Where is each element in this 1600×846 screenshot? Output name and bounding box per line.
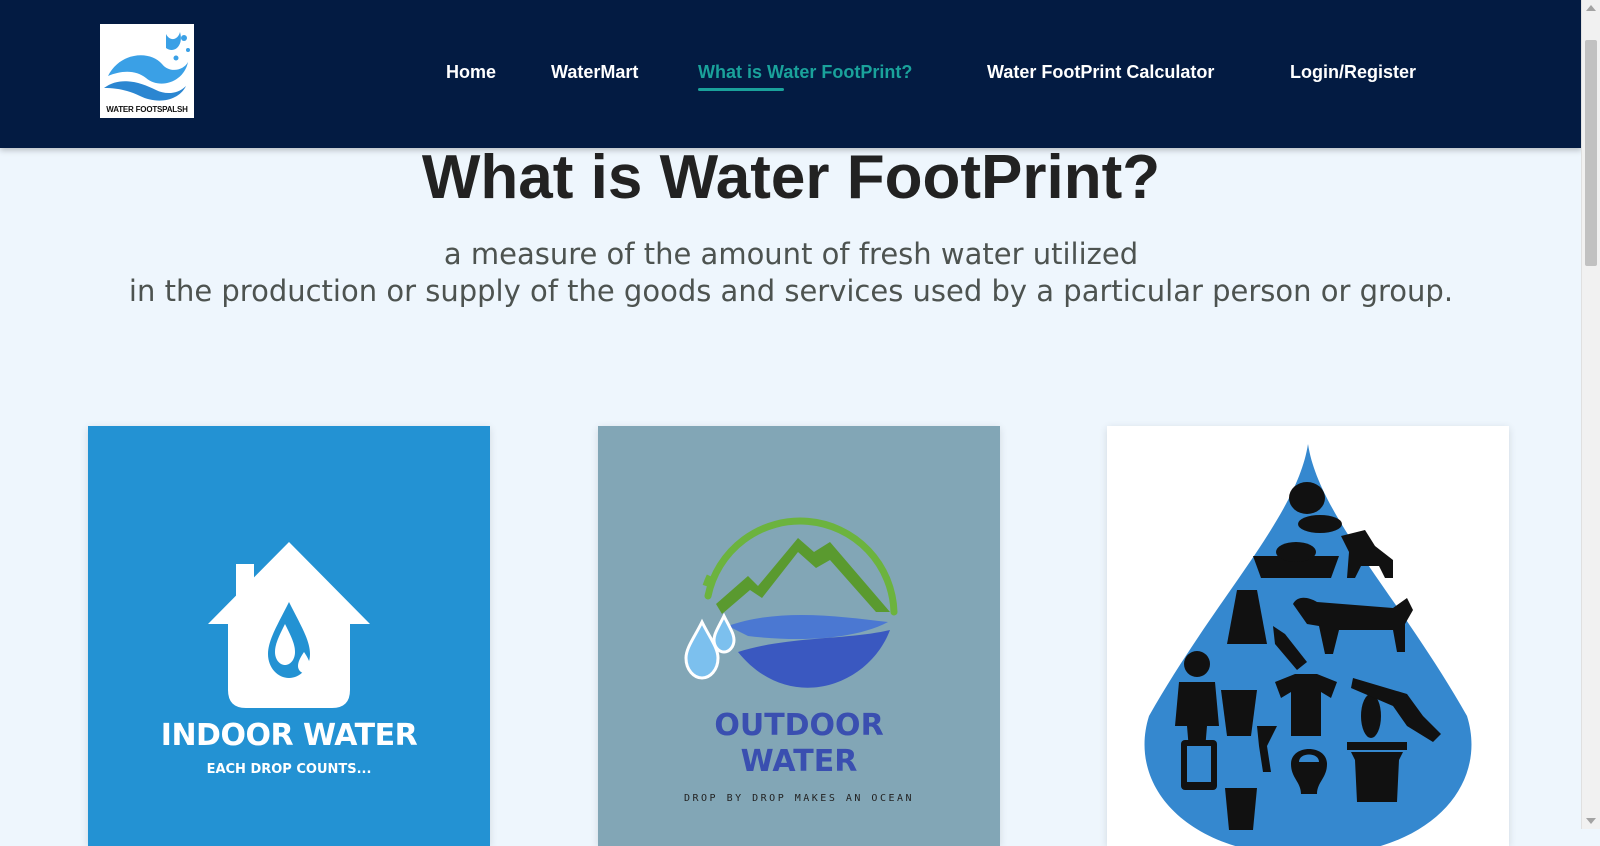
indoor-water-card[interactable]: INDOOR WATER EACH DROP COUNTS... [88, 426, 490, 846]
brand-logo[interactable]: WATER FOOTSPALSH [100, 24, 194, 118]
outdoor-card-title: OUTDOOR WATER [598, 708, 1000, 780]
nav-what-is-water-footprint[interactable]: What is Water FootPrint? [698, 62, 912, 91]
definition-line-1: a measure of the amount of fresh water u… [443, 237, 1139, 271]
nav-watermart[interactable]: WaterMart [551, 62, 638, 83]
mountain-water-icon [684, 517, 898, 688]
scroll-up-arrow-icon[interactable] [1586, 5, 1596, 11]
scrollbar-thumb[interactable] [1585, 40, 1597, 266]
page-title: What is Water FootPrint? [421, 143, 1161, 212]
definition-text: a measure of the amount of fresh water u… [0, 236, 1582, 310]
nav-login-register[interactable]: Login/Register [1290, 62, 1416, 83]
scroll-down-arrow-icon[interactable] [1586, 818, 1596, 824]
outdoor-water-card[interactable]: OUTDOOR WATER DROP BY DROP MAKES AN OCEA… [598, 426, 1000, 846]
indoor-card-subtitle: EACH DROP COUNTS... [206, 762, 372, 777]
water-drop-consumer-goods-icon [1144, 444, 1472, 846]
water-splash-logo-icon [104, 32, 190, 101]
logo-text: WATER FOOTSPALSH [106, 105, 188, 114]
nav-water-footprint-calculator[interactable]: Water FootPrint Calculator [987, 62, 1214, 83]
water-footprint-card[interactable] [1107, 426, 1509, 846]
house-drop-icon [208, 542, 370, 708]
outdoor-card-subtitle: DROP BY DROP MAKES AN OCEAN [683, 793, 915, 804]
definition-line-2: in the production or supply of the goods… [128, 274, 1454, 308]
indoor-card-title: INDOOR WATER [160, 718, 418, 753]
nav-home[interactable]: Home [446, 62, 496, 83]
outdoor-card-title-line-2: WATER [740, 744, 858, 779]
vertical-scrollbar[interactable] [1581, 0, 1600, 829]
site-header: WATER FOOTSPALSH Home WaterMart What is … [0, 0, 1582, 148]
outdoor-card-title-line-1: OUTDOOR [714, 708, 884, 743]
